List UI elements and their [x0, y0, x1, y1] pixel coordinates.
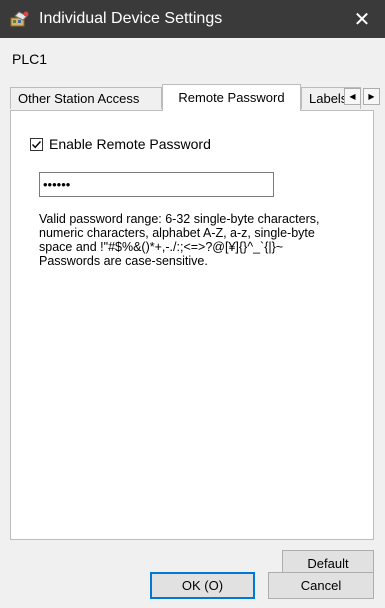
enable-remote-password-label: Enable Remote Password — [49, 136, 211, 152]
password-help-text: Valid password range: 6-32 single-byte c… — [39, 212, 369, 268]
tab-other-station-access[interactable]: Other Station Access — [10, 87, 162, 109]
ok-button[interactable]: OK (O) — [150, 572, 255, 599]
cancel-button[interactable]: Cancel — [268, 572, 374, 599]
close-button[interactable]: ✕ — [339, 0, 385, 38]
close-icon: ✕ — [353, 8, 371, 31]
help-line: Valid password range: 6-32 single-byte c… — [39, 212, 320, 226]
tab-strip: Other Station Access Remote Password Lab… — [10, 84, 385, 111]
arrow-left-icon: ◀ — [349, 92, 356, 101]
title-bar: Individual Device Settings ✕ — [0, 0, 385, 38]
tab-scroll-right-button[interactable]: ▶ — [363, 88, 380, 105]
tab-remote-password[interactable]: Remote Password — [162, 84, 301, 111]
remote-password-field[interactable] — [39, 172, 274, 197]
arrow-right-icon: ▶ — [368, 92, 375, 101]
window-title: Individual Device Settings — [39, 10, 223, 27]
help-line: Passwords are case-sensitive. — [39, 254, 208, 268]
enable-remote-password-option[interactable]: Enable Remote Password — [30, 136, 211, 152]
help-line: numeric characters, alphabet A-Z, a-z, s… — [39, 226, 315, 240]
tab-scroll-left-button[interactable]: ◀ — [344, 88, 361, 105]
help-line: space and !"#$%&()*+,-./:;<=>?@[¥]{}^_`{… — [39, 240, 284, 254]
plc-app-icon — [10, 10, 30, 28]
enable-remote-password-checkbox[interactable] — [30, 137, 43, 151]
device-name: PLC1 — [12, 51, 48, 67]
checkmark-icon — [31, 140, 42, 148]
